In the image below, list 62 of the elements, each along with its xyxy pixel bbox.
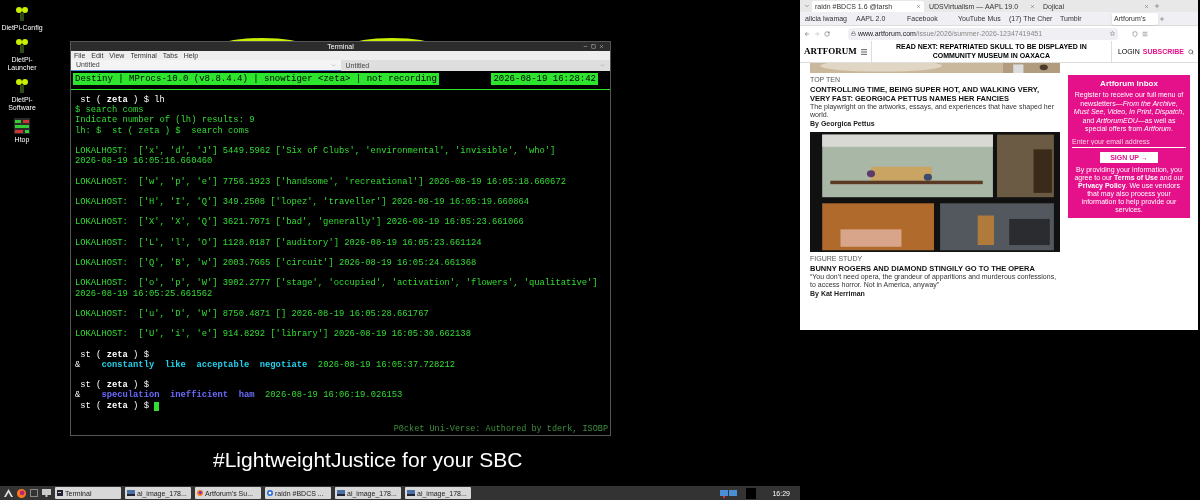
output-line: Indicate number of (lh) results: 9 [75, 115, 255, 126]
wallpaper-tagline: #LightweightJustice for your SBC [213, 447, 523, 473]
prompt-line: st ( zeta ) $ [79, 400, 149, 411]
output-line: LOKALHOST: ['X', 'X', 'Q'] 3621.7071 ['bad', 'generally'] 2026-08-19 16:05:23.661066 [75, 217, 524, 228]
image-icon [337, 490, 345, 496]
image-icon [127, 490, 135, 496]
menu-icon[interactable] [859, 47, 868, 56]
output-line: LOKALHOST: ['L', 'l', 'O'] 1128.0187 ['auditory'] 2026-08-19 16:05:23.661124 [75, 237, 482, 248]
tab-menu-icon[interactable] [330, 62, 336, 68]
new-tab-icon[interactable] [1159, 15, 1165, 22]
close-tab-icon[interactable] [1030, 3, 1035, 9]
dietpi-icon[interactable] [15, 77, 29, 94]
output-line: LOKALHOST: ['x', 'd', 'J'] 5449.5962 ['Six of Clubs', 'environmental', 'invisible', 'who'] [75, 145, 556, 156]
output-line: LOKALHOST: ['o', 'p', 'W'] 3902.2777 ['stage', 'occupied', 'activation', 'flowers', 'qualitative'] [75, 278, 598, 289]
prompt-line: st ( zeta ) $ lh [79, 95, 165, 105]
output-line: $ search coms [75, 105, 144, 116]
close-icon[interactable] [599, 44, 604, 49]
output-line: LOKALHOST: ['H', 'I', 'Q'] 349.2508 ['lopez', 'traveller'] 2026-08-19 16:05:19.660864 [75, 196, 529, 207]
lock-icon [851, 31, 856, 36]
firefox-icon [197, 490, 203, 496]
prompt-line: st ( zeta ) $ [79, 380, 149, 391]
minimize-icon[interactable] [583, 44, 588, 49]
output-line: LOKALHOST: ['w', 'p', 'e'] 7756.1923 ['handsome', 'recreational'] 2026-08-19 16:05:18.660672 [75, 176, 566, 187]
terminal-icon [57, 490, 63, 496]
close-tab-icon[interactable] [916, 3, 921, 9]
output-line: 2026-08-19 16:05:16.660460 [75, 156, 213, 167]
output-line: LOKALHOST: ['U', 'i', 'e'] 914.8292 ['library'] 2026-08-19 16:05:30.662138 [75, 329, 471, 340]
globe-icon [267, 490, 273, 496]
dietpi-icon[interactable] [15, 37, 29, 54]
tab-menu-icon[interactable] [600, 63, 605, 68]
site-logo[interactable]: ARTFORUM [800, 46, 860, 57]
menu-icon[interactable] [1142, 30, 1148, 37]
window-icon[interactable] [30, 489, 38, 497]
event-line: & constantly like acceptable negotiate 2026-08-19 16:05:37.728212 [75, 359, 456, 370]
tray-square[interactable] [746, 487, 757, 499]
footer-credit: P0cket Uni-Verse: Authored by tderk, ISOBP [393, 424, 608, 434]
monitor-icon[interactable] [42, 489, 51, 497]
status-clock: 2026-08-19 16:28:42 [491, 73, 598, 85]
newsletter-title: Artforum Inbox [1100, 79, 1158, 89]
network-icon[interactable] [720, 488, 739, 498]
forward-icon[interactable] [814, 30, 820, 37]
app-menu-icon[interactable] [4, 489, 13, 497]
output-line: 2026-08-19 16:05:25.661562 [75, 288, 213, 299]
bookmark-icon[interactable] [1110, 31, 1115, 36]
dietpi-icon[interactable] [15, 6, 29, 22]
status-bar: Destiny | MProcs-10.0 (v8.8.4.4) | snowtiger <zeta> | not recording [73, 73, 439, 85]
output-line: LOKALHOST: ['u', 'D', 'W'] 8750.4871 [] 2026-08-19 16:05:28.661767 [75, 308, 429, 319]
tab-list-icon[interactable] [804, 3, 810, 9]
new-tab-icon[interactable] [1154, 3, 1160, 9]
close-tab-icon[interactable] [1144, 3, 1149, 9]
output-line: LOKALHOST: ['Q', 'B', 'w'] 2003.7665 ['circuit'] 2026-08-19 16:05:24.661368 [75, 258, 477, 268]
shield-icon[interactable] [1132, 30, 1138, 37]
reload-icon[interactable] [824, 30, 830, 37]
output-line: lh: $ st ( zeta ) $ search coms [75, 125, 250, 136]
event-line: & speculation inefficient ham 2026-08-19 16:06:19.026153 [75, 390, 403, 401]
htop-icon[interactable] [14, 117, 30, 134]
search-icon[interactable] [1188, 48, 1194, 55]
image-icon [407, 490, 415, 496]
prompt-line: st ( zeta ) $ [79, 349, 149, 360]
back-icon[interactable] [804, 30, 810, 37]
firefox-icon[interactable] [17, 488, 26, 498]
maximize-icon[interactable] [591, 44, 596, 49]
